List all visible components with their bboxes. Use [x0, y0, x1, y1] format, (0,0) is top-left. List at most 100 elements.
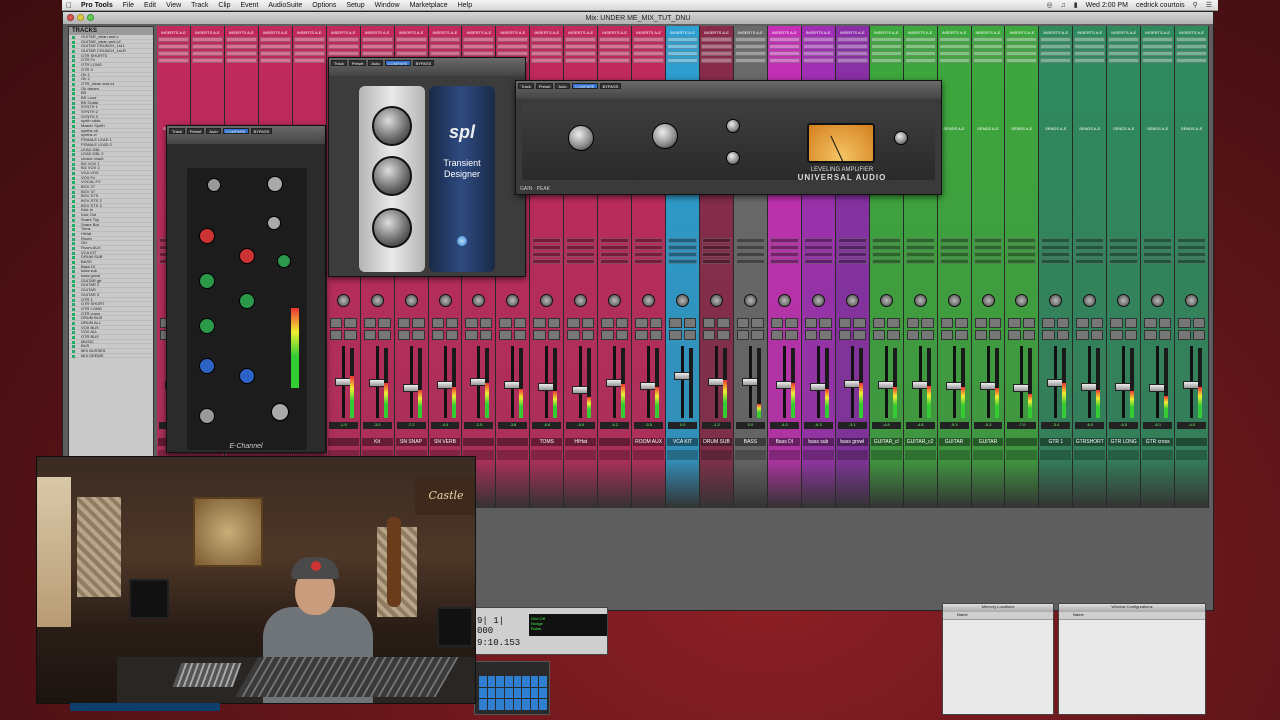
solo-button[interactable]	[804, 330, 818, 340]
color-swatch[interactable]	[487, 687, 496, 699]
window-configurations-title[interactable]: Window Configurations	[1059, 604, 1205, 612]
output-selector[interactable]	[735, 245, 765, 250]
insert-slot[interactable]	[802, 37, 834, 42]
solo-button[interactable]	[533, 330, 546, 340]
record-button[interactable]	[397, 318, 411, 328]
volume-fader[interactable]	[741, 378, 758, 386]
solo-button[interactable]	[1110, 330, 1123, 340]
memory-locations-title[interactable]: Memory Locations	[943, 604, 1053, 612]
automation-mode[interactable]	[634, 252, 664, 257]
volume-icon[interactable]: ♫	[1061, 2, 1066, 9]
track-comment[interactable]	[599, 450, 631, 460]
menu-view[interactable]: View	[161, 2, 186, 9]
group-selector[interactable]	[1109, 259, 1139, 264]
close-button[interactable]	[67, 14, 74, 21]
input-monitor-button[interactable]	[479, 318, 493, 328]
pan-knob[interactable]	[1015, 294, 1029, 307]
input-monitor-button[interactable]	[1124, 318, 1138, 328]
mix-window-titlebar[interactable]: Mix: UNDER ME_MIX_TUT_DNU	[63, 12, 1213, 24]
group-selector[interactable]	[1007, 259, 1037, 264]
input-selector[interactable]	[1075, 238, 1105, 243]
output-selector[interactable]	[532, 245, 562, 250]
record-button[interactable]	[1008, 318, 1021, 328]
volume-fader[interactable]	[1081, 383, 1098, 392]
output-selector[interactable]	[837, 245, 867, 250]
insert-slot[interactable]	[293, 44, 325, 49]
input-selector[interactable]	[600, 238, 630, 243]
track-comment[interactable]	[972, 450, 1004, 460]
color-swatch[interactable]	[522, 676, 530, 687]
track-name[interactable]: VCA KIT	[667, 438, 698, 446]
record-button[interactable]	[906, 318, 920, 328]
input-monitor-button[interactable]	[445, 318, 459, 328]
group-selector[interactable]	[905, 259, 935, 264]
insert-slot[interactable]	[259, 58, 291, 63]
volume-readout[interactable]: -7.0	[1007, 422, 1037, 429]
insert-slot[interactable]	[1006, 44, 1038, 49]
solo-button[interactable]	[465, 330, 478, 340]
input-monitor-button[interactable]	[683, 318, 696, 328]
input-selector[interactable]	[735, 238, 765, 243]
volume-fader[interactable]	[606, 379, 623, 388]
volume-readout[interactable]: -6.0	[1075, 422, 1105, 429]
track-comment[interactable]	[1040, 450, 1072, 460]
insert-slot[interactable]	[904, 37, 936, 42]
input-selector[interactable]	[566, 238, 596, 243]
record-button[interactable]	[872, 318, 886, 328]
input-monitor-button[interactable]	[1056, 318, 1070, 328]
insert-slot[interactable]	[836, 37, 868, 42]
insert-slot[interactable]	[497, 51, 529, 56]
output-selector[interactable]	[1075, 245, 1105, 250]
input-monitor-button[interactable]	[581, 318, 595, 328]
automation-mode[interactable]	[1177, 252, 1207, 257]
volume-readout[interactable]: -6.5	[1109, 422, 1139, 429]
mute-button[interactable]	[955, 330, 968, 340]
track-name[interactable]	[599, 438, 631, 446]
output-selector[interactable]	[939, 245, 969, 250]
pan-knob[interactable]	[370, 294, 384, 307]
solo-button[interactable]	[397, 330, 411, 340]
insert-slot[interactable]	[734, 51, 766, 56]
pan-knob[interactable]	[506, 294, 520, 307]
record-button[interactable]	[736, 318, 750, 328]
group-selector[interactable]	[1075, 259, 1105, 264]
insert-slot[interactable]	[191, 51, 223, 56]
solo-button[interactable]	[974, 330, 987, 340]
pan-knob[interactable]	[1049, 294, 1063, 307]
volume-fader[interactable]	[538, 383, 555, 392]
volume-fader[interactable]	[334, 378, 351, 386]
track-comment[interactable]	[734, 450, 766, 460]
group-selector[interactable]	[634, 259, 664, 264]
input-monitor-button[interactable]	[1192, 318, 1206, 328]
mute-button[interactable]	[717, 330, 730, 340]
pan-knob[interactable]	[676, 294, 690, 307]
insert-slot[interactable]	[158, 51, 189, 56]
track-comment[interactable]	[802, 450, 834, 460]
plugin-auto-label[interactable]: Auto	[368, 60, 383, 66]
track-comment[interactable]	[565, 450, 597, 460]
plugin-compare-button[interactable]: COMPARE	[571, 83, 598, 89]
color-swatch[interactable]	[496, 699, 504, 710]
volume-readout[interactable]: -4.0	[1177, 422, 1207, 429]
pan-knob[interactable]	[777, 294, 791, 307]
color-swatch[interactable]	[539, 699, 547, 710]
track-list-item[interactable]: MIX DEEMS	[69, 353, 153, 359]
zoom-button[interactable]	[87, 14, 94, 21]
insert-slot[interactable]	[158, 37, 189, 42]
output-selector[interactable]	[1177, 245, 1207, 250]
insert-slot[interactable]	[565, 58, 597, 63]
insert-slot[interactable]	[904, 44, 936, 49]
insert-slot[interactable]	[734, 37, 766, 42]
insert-slot[interactable]	[701, 58, 732, 63]
input-monitor-button[interactable]	[751, 318, 764, 328]
output-gain-knob[interactable]	[271, 403, 289, 421]
insert-slot[interactable]	[1074, 58, 1106, 63]
record-button[interactable]	[601, 318, 614, 328]
insert-slot[interactable]	[1142, 44, 1174, 49]
input-monitor-button[interactable]	[819, 318, 832, 328]
track-name[interactable]: GTR LONG	[1108, 438, 1140, 446]
volume-readout[interactable]: -5.3	[973, 422, 1003, 429]
solo-button[interactable]	[1042, 330, 1055, 340]
transport-buttons[interactable]	[569, 614, 607, 636]
menu-window[interactable]: Window	[370, 2, 405, 9]
